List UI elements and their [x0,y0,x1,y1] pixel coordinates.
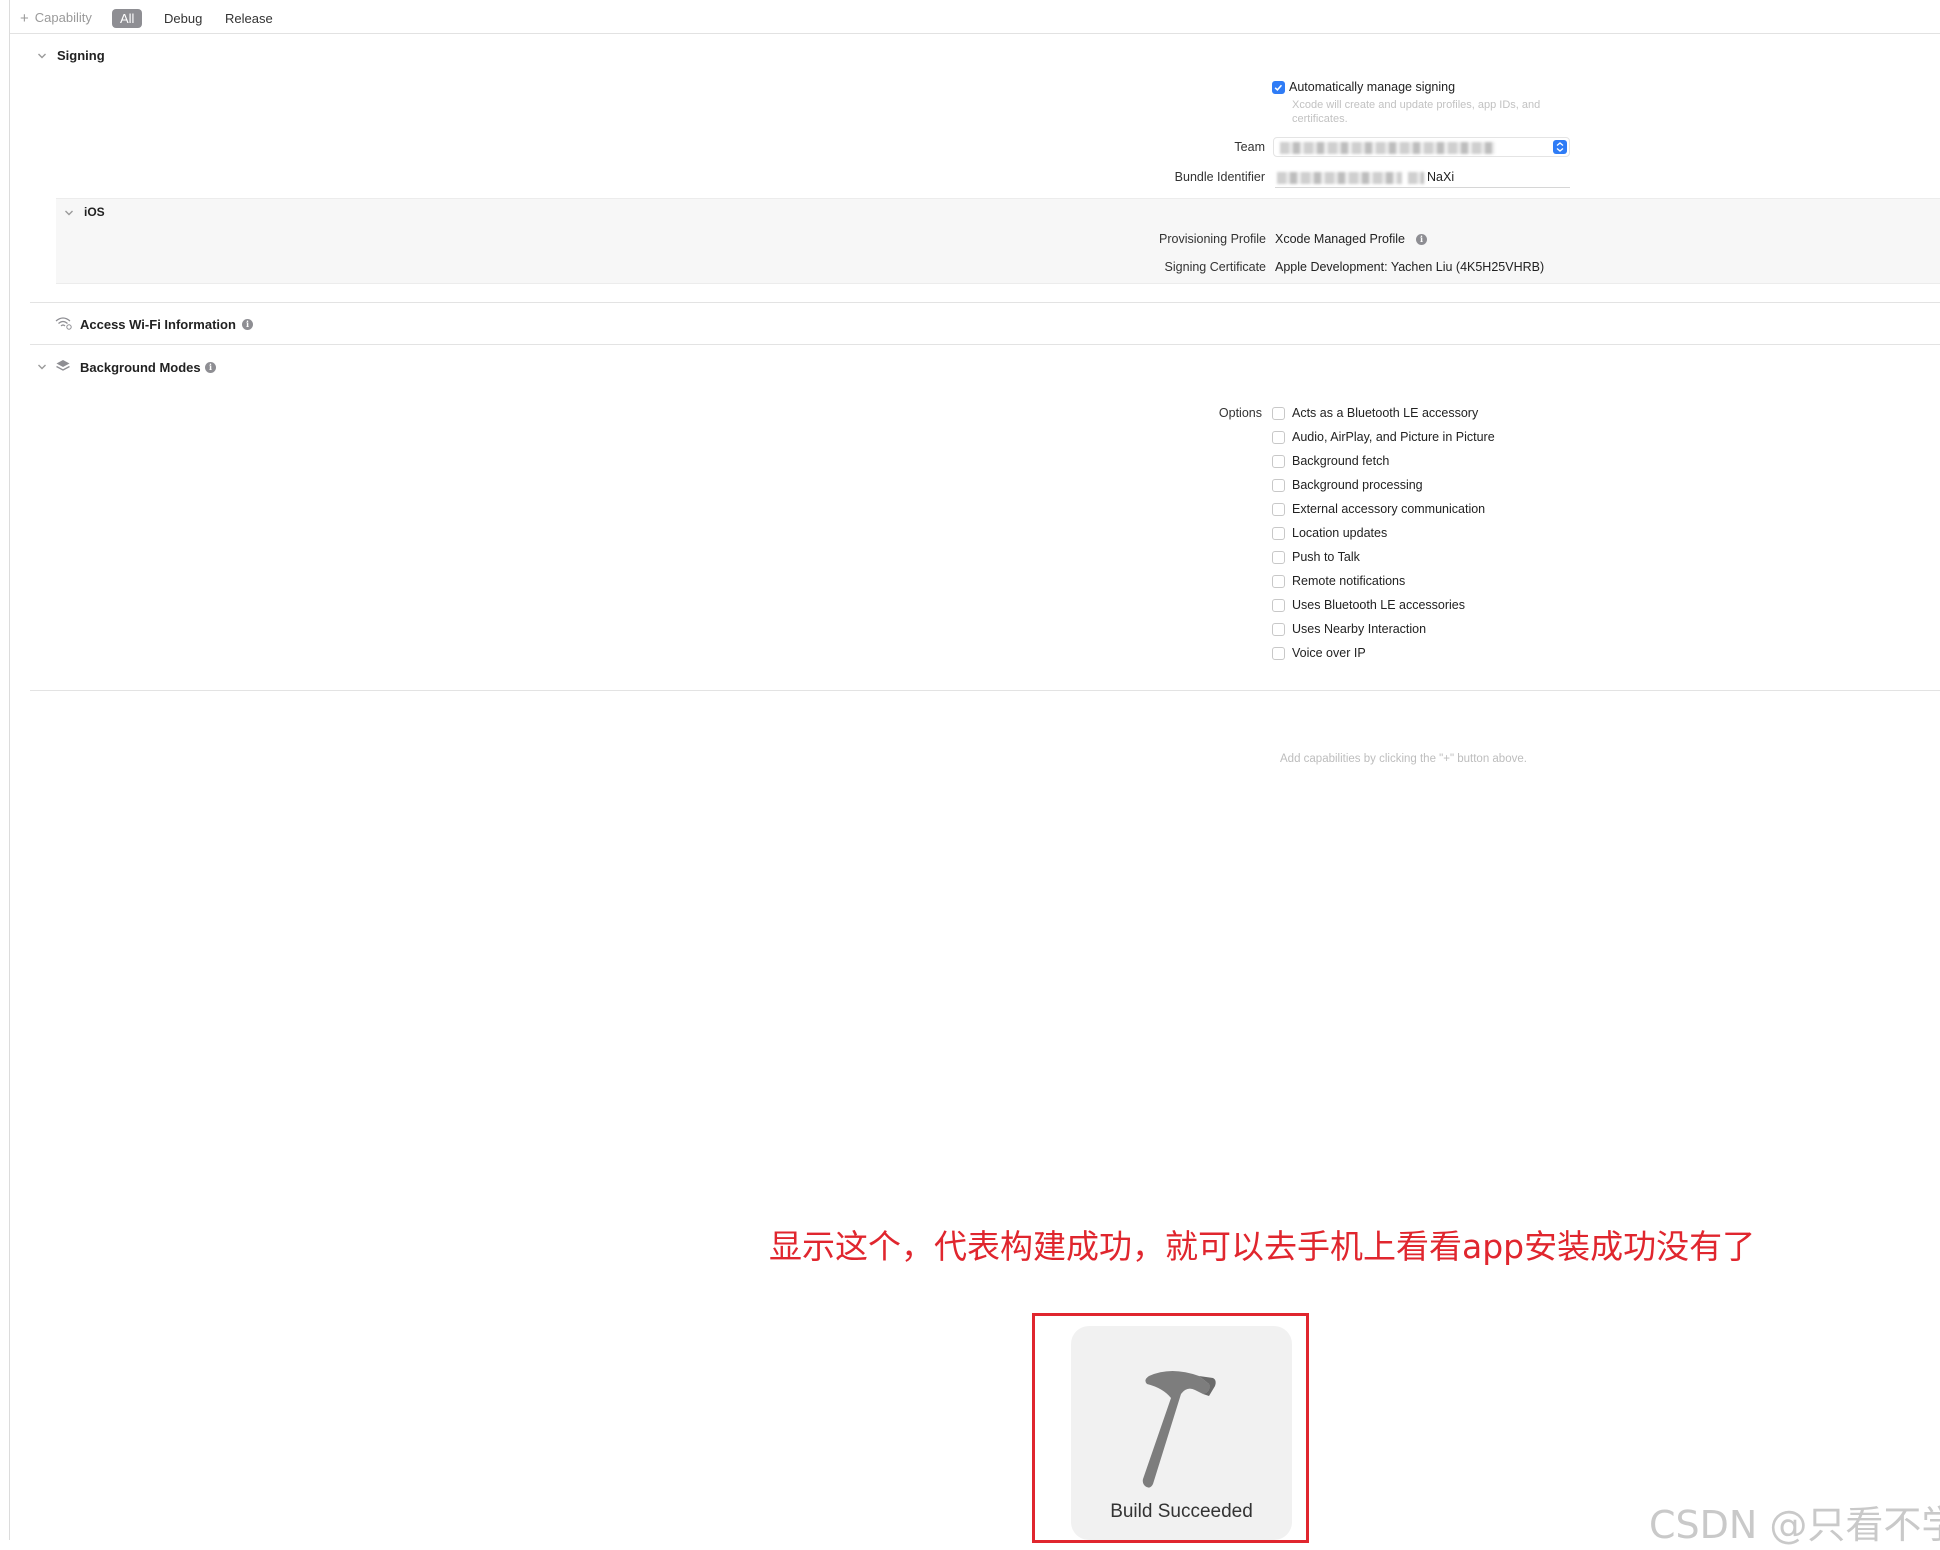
watermark: CSDN @只看不学 [1649,1503,1940,1547]
layers-icon [56,360,70,371]
provisioning-profile-value: Xcode Managed Profile [1275,232,1405,246]
editor-left-border [9,0,10,1540]
option-checkbox[interactable] [1272,454,1285,468]
option-row[interactable]: Acts as a Bluetooth LE accessory [1272,401,1632,425]
option-row[interactable]: Uses Bluetooth LE accessories [1272,593,1632,617]
section-divider [30,344,1940,345]
signing-section-title: Signing [57,48,105,63]
auto-manage-signing-label: Automatically manage signing [1289,80,1456,94]
option-checkbox[interactable] [1272,478,1285,492]
option-checkbox[interactable] [1272,550,1285,564]
bundle-id-suffix: NaXi [1427,170,1455,184]
hammer-icon [1142,1371,1216,1488]
section-divider [30,690,1940,691]
option-checkbox[interactable] [1272,598,1285,612]
field-underline [1275,187,1570,188]
ios-title: iOS [84,205,105,219]
info-icon[interactable]: i [242,319,253,330]
option-row[interactable]: Remote notifications [1272,569,1632,593]
chevron-down-icon[interactable] [64,208,74,218]
option-row[interactable]: Background processing [1272,473,1632,497]
option-checkbox[interactable] [1272,622,1285,636]
info-icon[interactable]: i [1416,234,1427,245]
checkmark-icon [1274,84,1283,91]
option-checkbox[interactable] [1272,646,1285,660]
wifi-section-title: Access Wi-Fi Information [80,317,236,332]
auto-manage-signing-checkbox[interactable] [1272,81,1285,94]
option-row[interactable]: Background fetch [1272,449,1632,473]
option-row[interactable]: Voice over IP [1272,641,1632,665]
empty-capabilities-hint: Add capabilities by clicking the "+" but… [1280,753,1527,765]
capabilities-toolbar: + Capability All Debug Release [10,0,1940,34]
team-redacted [1280,142,1495,154]
option-checkbox[interactable] [1272,430,1285,444]
provisioning-profile-label: Provisioning Profile [1159,232,1266,246]
wifi-icon [55,317,72,330]
option-checkbox[interactable] [1272,574,1285,588]
plus-icon: + [20,10,29,27]
option-checkbox[interactable] [1272,406,1285,420]
info-icon[interactable]: i [205,362,216,373]
bundle-id-redacted [1277,172,1402,184]
add-capability-button[interactable]: + Capability [20,10,92,27]
annotation-text: 显示这个，代表构建成功，就可以去手机上看看app安装成功没有了 [769,1227,1756,1266]
bundle-identifier-field[interactable]: NaXi [1275,168,1570,188]
ios-signing-box: iOS Provisioning Profile Xcode Managed P… [56,198,1940,284]
option-row[interactable]: Push to Talk [1272,545,1632,569]
build-succeeded-label: Build Succeeded [1110,1501,1253,1522]
background-modes-title: Background Modes [80,360,201,375]
build-succeeded-hud: Build Succeeded [1071,1326,1292,1540]
bundle-id-redacted-2 [1408,172,1424,184]
option-checkbox[interactable] [1272,502,1285,516]
bundle-identifier-label: Bundle Identifier [1174,170,1265,184]
option-checkbox[interactable] [1272,526,1285,540]
option-row[interactable]: Uses Nearby Interaction [1272,617,1632,641]
signing-certificate-label: Signing Certificate [1164,260,1266,274]
background-modes-options: Acts as a Bluetooth LE accessory Audio, … [1272,401,1632,665]
signing-certificate-value: Apple Development: Yachen Liu (4K5H25VHR… [1275,260,1545,274]
chevron-down-icon[interactable] [37,362,47,372]
team-label: Team [1234,140,1265,154]
option-row[interactable]: External accessory communication [1272,497,1632,521]
filter-debug[interactable]: Debug [156,9,210,28]
filter-release[interactable]: Release [217,9,281,28]
popup-stepper-icon [1553,140,1567,154]
filter-all[interactable]: All [112,9,143,28]
section-divider [30,302,1940,303]
chevron-down-icon[interactable] [37,51,47,61]
options-label: Options [1218,406,1262,420]
option-row[interactable]: Audio, AirPlay, and Picture in Picture [1272,425,1632,449]
option-row[interactable]: Location updates [1272,521,1632,545]
team-popup[interactable] [1273,137,1570,157]
auto-manage-signing-hint: Xcode will create and update profiles, a… [1292,99,1541,125]
